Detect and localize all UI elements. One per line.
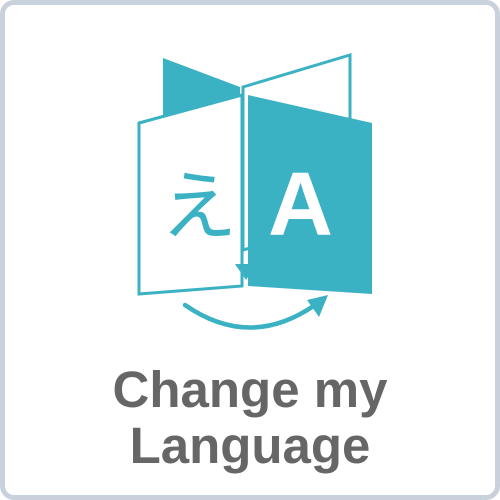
- tile-label: Change my Language: [5, 362, 495, 474]
- translate-book-icon: え A: [125, 50, 385, 330]
- tile-label-line1: Change my: [112, 361, 388, 418]
- svg-text:え: え: [161, 162, 237, 251]
- change-language-tile[interactable]: え A Change my Language: [0, 0, 500, 500]
- svg-text:A: A: [268, 155, 333, 255]
- tile-label-line2: Language: [129, 417, 371, 474]
